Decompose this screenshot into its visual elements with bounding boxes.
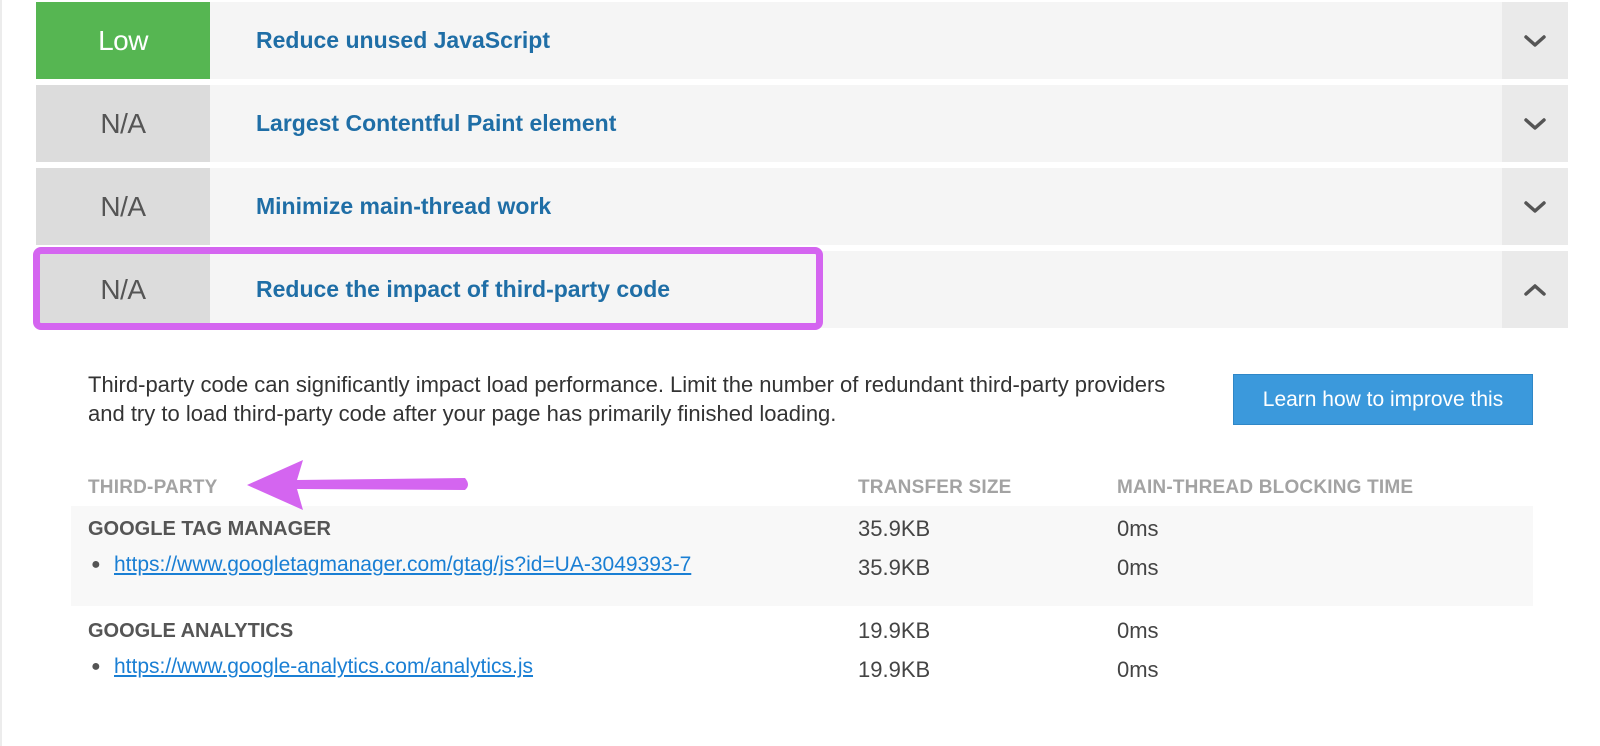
list-bullet: ●	[91, 556, 101, 573]
audit-title[interactable]: Largest Contentful Paint element	[256, 85, 616, 162]
third-party-url-link[interactable]: https://www.googletagmanager.com/gtag/js…	[114, 553, 691, 577]
column-header-blocking-time: MAIN-THREAD BLOCKING TIME	[1117, 477, 1414, 498]
score-badge: N/A	[36, 168, 210, 245]
expand-toggle[interactable]	[1502, 85, 1568, 162]
blocking-time-value: 0ms	[1117, 657, 1159, 682]
audit-title[interactable]: Reduce the impact of third-party code	[256, 251, 670, 328]
expand-toggle[interactable]	[1502, 168, 1568, 245]
blocking-time-value: 0ms	[1117, 555, 1159, 580]
third-party-group-google-tag-manager: GOOGLE TAG MANAGER 35.9KB 0ms ● https://…	[71, 506, 1533, 606]
column-header-third-party: THIRD-PARTY	[88, 477, 218, 498]
audit-title[interactable]: Minimize main-thread work	[256, 168, 551, 245]
audit-row-unused-javascript[interactable]: Low Reduce unused JavaScript	[36, 2, 1568, 79]
transfer-size-value: 19.9KB	[858, 618, 931, 643]
third-party-name: GOOGLE TAG MANAGER	[88, 518, 331, 540]
audit-row-lcp-element[interactable]: N/A Largest Contentful Paint element	[36, 85, 1568, 162]
expand-toggle[interactable]	[1502, 2, 1568, 79]
audit-details-panel: Third-party code can significantly impac…	[0, 330, 1600, 746]
blocking-time-value: 0ms	[1117, 516, 1159, 541]
third-party-group-google-analytics: GOOGLE ANALYTICS 19.9KB 0ms ● https://ww…	[71, 608, 1533, 708]
chevron-up-icon	[1524, 283, 1546, 296]
audit-row-main-thread-work[interactable]: N/A Minimize main-thread work	[36, 168, 1568, 245]
list-bullet: ●	[91, 658, 101, 675]
score-badge: N/A	[36, 251, 210, 328]
transfer-size-value: 35.9KB	[858, 516, 931, 541]
audit-row-third-party-code[interactable]: N/A Reduce the impact of third-party cod…	[36, 251, 1568, 328]
chevron-down-icon	[1524, 117, 1546, 130]
column-header-transfer-size: TRANSFER SIZE	[858, 477, 1012, 498]
transfer-size-value: 35.9KB	[858, 555, 931, 580]
blocking-time-value: 0ms	[1117, 618, 1159, 643]
learn-how-to-improve-button[interactable]: Learn how to improve this	[1233, 374, 1533, 425]
chevron-down-icon	[1524, 34, 1546, 47]
chevron-down-icon	[1524, 200, 1546, 213]
score-badge: Low	[36, 2, 210, 79]
third-party-name: GOOGLE ANALYTICS	[88, 620, 294, 642]
third-party-url-link[interactable]: https://www.google-analytics.com/analyti…	[114, 655, 533, 679]
audit-description: Third-party code can significantly impac…	[88, 372, 1166, 426]
collapse-toggle[interactable]	[1502, 251, 1568, 328]
audit-title[interactable]: Reduce unused JavaScript	[256, 2, 550, 79]
arrow-left-icon	[247, 460, 468, 510]
transfer-size-value: 19.9KB	[858, 657, 931, 682]
score-badge: N/A	[36, 85, 210, 162]
